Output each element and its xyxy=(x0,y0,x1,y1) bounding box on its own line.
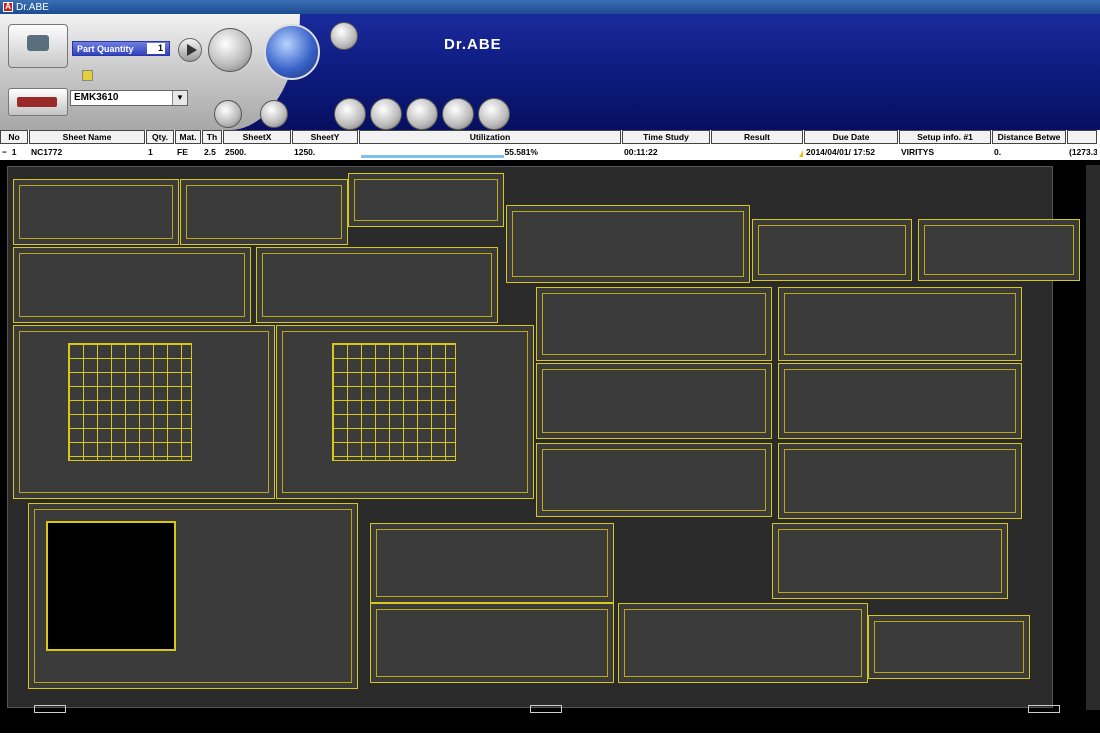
edit-icon[interactable] xyxy=(214,100,242,128)
cell-sheetx: 2500. xyxy=(225,147,247,157)
part-quantity-label: Part Quantity xyxy=(77,43,134,54)
cell-setup-info: VIRITYS xyxy=(901,147,935,157)
col-mat[interactable]: Mat. xyxy=(175,130,201,144)
settings-icon[interactable] xyxy=(260,100,288,128)
nested-part[interactable] xyxy=(13,179,179,245)
nested-part[interactable] xyxy=(868,615,1030,679)
col-no[interactable]: No xyxy=(0,130,28,144)
sheet-marker-right xyxy=(1028,705,1060,713)
warning-icon xyxy=(799,147,803,157)
tool-5-icon[interactable] xyxy=(478,98,510,130)
col-utilization[interactable]: Utilization xyxy=(359,130,621,144)
machine-button[interactable] xyxy=(8,88,68,116)
cell-extra: (1273.3 xyxy=(1069,147,1097,157)
cell-th: 2.5 xyxy=(204,147,216,157)
machine-settings-button[interactable] xyxy=(8,24,68,68)
col-time-study[interactable]: Time Study xyxy=(622,130,710,144)
col-th[interactable]: Th xyxy=(202,130,222,144)
nested-part[interactable] xyxy=(536,363,772,439)
nested-part[interactable] xyxy=(348,173,504,227)
nested-part[interactable] xyxy=(778,287,1022,361)
app-icon: A xyxy=(3,2,13,12)
nested-part[interactable] xyxy=(618,603,868,683)
sheet-marker-center xyxy=(530,705,562,713)
nested-part[interactable] xyxy=(256,247,498,323)
nested-part[interactable] xyxy=(13,247,251,323)
col-setup-info[interactable]: Setup info. #1 xyxy=(899,130,991,144)
cell-sheet-name: NC1772 xyxy=(31,147,63,157)
vertical-scrollbar[interactable] xyxy=(1086,165,1100,710)
nesting-button[interactable] xyxy=(264,24,320,80)
col-sheet-name[interactable]: Sheet Name xyxy=(29,130,145,144)
row-no: 1 xyxy=(11,147,17,157)
brand-title: Dr.ABE xyxy=(444,36,502,53)
part-quantity-field[interactable]: Part Quantity 1 xyxy=(72,41,170,56)
nested-part[interactable] xyxy=(536,443,772,517)
tool-2-icon[interactable] xyxy=(370,98,402,130)
tool-1-icon[interactable] xyxy=(334,98,366,130)
cell-result: 2 xyxy=(711,145,803,159)
nested-part[interactable] xyxy=(778,443,1022,519)
utilization-bar xyxy=(361,155,504,158)
machine-select-value: EMK3610 xyxy=(74,92,119,103)
cell-distance: 0. xyxy=(994,147,1002,157)
cell-sheety: 1250. xyxy=(294,147,316,157)
sheet-table: No Sheet Name Qty. Mat. Th SheetX SheetY… xyxy=(0,130,1100,160)
cell-time-study: 00:11:22 xyxy=(624,147,658,157)
cell-mat: FE xyxy=(177,147,188,157)
sheet-marker-left xyxy=(34,705,66,713)
expand-icon[interactable]: − xyxy=(2,147,7,157)
nested-part[interactable] xyxy=(180,179,348,245)
nested-part[interactable] xyxy=(918,219,1080,281)
status-strip xyxy=(0,733,1100,738)
nested-part[interactable] xyxy=(506,205,750,283)
cell-no: − 1 xyxy=(0,145,28,159)
nested-part[interactable] xyxy=(772,523,1008,599)
col-sheetx[interactable]: SheetX xyxy=(223,130,291,144)
nesting-canvas[interactable] xyxy=(0,160,1100,738)
sheet-layout[interactable] xyxy=(7,166,1080,708)
toolbar-header: Part Quantity 1 EMK3610 ▼ Dr.ABE xyxy=(0,14,1100,130)
cell-utilization: 55.581% xyxy=(359,145,621,159)
notice-icon xyxy=(82,70,93,81)
chevron-down-icon[interactable]: ▼ xyxy=(172,91,187,105)
col-due-date[interactable]: Due Date xyxy=(804,130,898,144)
trash-icon[interactable] xyxy=(330,22,358,50)
cell-due-date: 2014/04/01/ 17:52 xyxy=(806,147,876,157)
col-qty[interactable]: Qty. xyxy=(146,130,174,144)
utilization-value: 55.581% xyxy=(504,147,538,157)
grid-cutout xyxy=(332,343,456,461)
play-button[interactable] xyxy=(178,38,202,62)
table-header: No Sheet Name Qty. Mat. Th SheetX SheetY… xyxy=(0,130,1100,144)
nested-part[interactable] xyxy=(752,219,912,281)
col-extra[interactable] xyxy=(1067,130,1097,144)
table-row[interactable]: − 1 NC1772 1 FE 2.5 2500. 1250. 55.581% … xyxy=(0,145,1100,159)
nested-part[interactable] xyxy=(370,523,614,603)
part-quantity-value[interactable]: 1 xyxy=(147,43,165,54)
col-distance[interactable]: Distance Betwe xyxy=(992,130,1066,144)
square-cutout xyxy=(46,521,176,651)
window-title: Dr.ABE xyxy=(16,1,49,13)
col-result[interactable]: Result xyxy=(711,130,803,144)
cell-qty: 1 xyxy=(148,147,153,157)
report-button[interactable] xyxy=(208,28,252,72)
grid-cutout xyxy=(68,343,192,461)
col-sheety[interactable]: SheetY xyxy=(292,130,358,144)
tool-3-icon[interactable] xyxy=(406,98,438,130)
tool-4-icon[interactable] xyxy=(442,98,474,130)
nested-part[interactable] xyxy=(370,603,614,683)
machine-select[interactable]: EMK3610 ▼ xyxy=(70,90,188,106)
nested-part[interactable] xyxy=(778,363,1022,439)
title-bar: A Dr.ABE xyxy=(0,0,1100,14)
nested-part[interactable] xyxy=(536,287,772,361)
